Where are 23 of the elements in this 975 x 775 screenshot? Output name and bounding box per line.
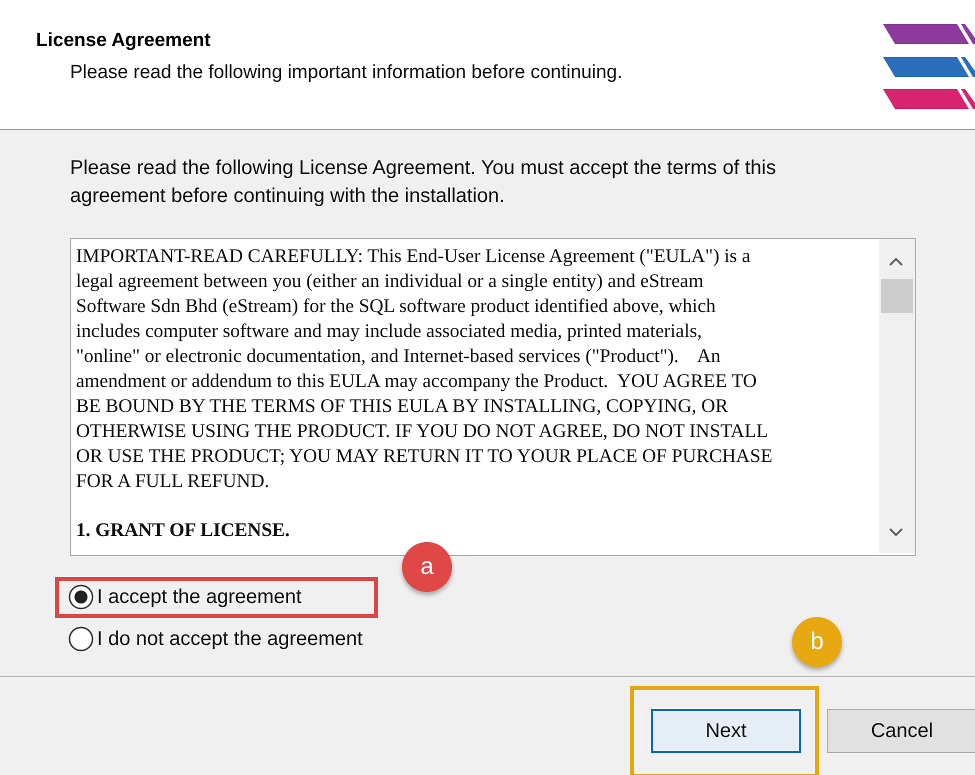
radio-button[interactable] xyxy=(68,626,94,652)
license-text-line: OR USE THE PRODUCT; YOU MAY RETURN IT TO YOUR PLACE OF PURCHASE xyxy=(76,445,774,469)
radio-label[interactable]: I do not accept the agreement xyxy=(97,628,363,650)
instruction-text: Please read the following License Agreement. You must accept the terms of this agreement before continuing with the installation. xyxy=(70,156,777,209)
cancel-button[interactable]: Cancel xyxy=(827,709,975,753)
callout-marker: a xyxy=(402,542,452,592)
license-text-line: legal agreement between you (either an individual or a single entity) and eStream xyxy=(76,270,704,294)
scrollbar-drawing[interactable] xyxy=(879,239,915,553)
license-heading: 1. GRANT OF LICENSE. xyxy=(76,519,291,543)
license-text-line: FOR A FULL REFUND. xyxy=(76,470,270,494)
page-subtitle: Please read the following important information before continuing. xyxy=(70,62,622,84)
license-text-line: Software Sdn Bhd (eStream) for the SQL software product identified above, which xyxy=(76,295,717,319)
radio-label[interactable]: I accept the agreement xyxy=(97,586,302,608)
license-text-line: "online" or electronic documentation, and Internet-based services ("Product"). An xyxy=(76,345,722,369)
next-button[interactable]: Next xyxy=(651,709,801,753)
license-text-line: OTHERWISE USING THE PRODUCT. IF YOU DO NOT AGREE, DO NOT INSTALL xyxy=(76,420,770,444)
radio-button[interactable] xyxy=(68,584,94,610)
page-title: License Agreement xyxy=(36,30,212,52)
license-text-line: IMPORTANT-READ CAREFULLY: This End-User License Agreement ("EULA") is a xyxy=(76,245,752,269)
callout-marker: b xyxy=(792,617,842,667)
license-text-line: BE BOUND BY THE TERMS OF THIS EULA BY INSTALLING, COPYING, OR xyxy=(76,395,730,419)
license-text-line: includes computer software and may include associated media, printed materials, xyxy=(76,320,703,344)
license-text-line: amendment or addendum to this EULA may accompany the Product. YOU AGREE TO xyxy=(76,370,758,394)
